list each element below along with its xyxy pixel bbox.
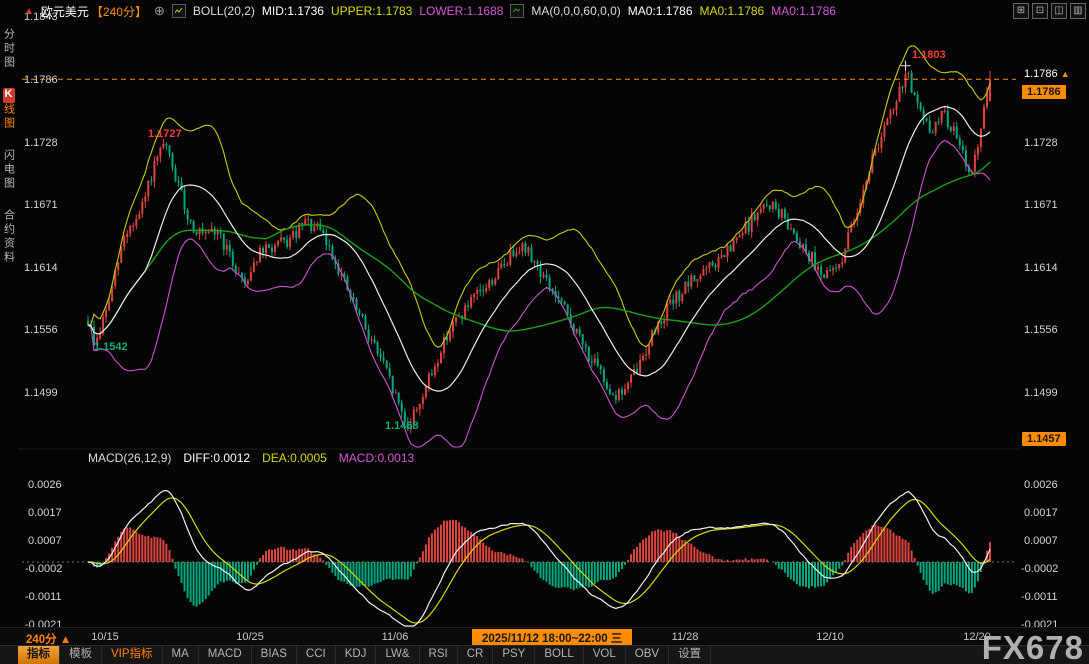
sidebar-item-contract-info[interactable]: 合约资料 bbox=[1, 209, 17, 265]
indicator-header-bar: ▲ 欧元美元 【240分】 ⊕ BOLL(20,2) MID:1.1736 UP… bbox=[0, 0, 1089, 22]
swing-low-label: 1.1468 bbox=[385, 420, 419, 432]
price-tick: 1.1671 bbox=[24, 199, 58, 211]
swing-high-label: 1.1803 bbox=[912, 49, 946, 61]
price-tick: 1.1556 bbox=[24, 324, 58, 336]
sidebar-item-timeline-chart[interactable]: 分时图 bbox=[1, 28, 17, 70]
ma-label: MA(0,0,0,60,0,0) bbox=[531, 4, 620, 18]
tab-ma[interactable]: MA bbox=[163, 646, 199, 664]
macd-tick: 0.0007 bbox=[28, 535, 62, 547]
price-tick: 1.1556 bbox=[1024, 324, 1058, 336]
macd-tick: -0.0002 bbox=[25, 563, 62, 575]
macd-tick: -0.0011 bbox=[25, 591, 62, 603]
boll-label: BOLL(20,2) bbox=[193, 4, 255, 18]
trading-app-window: ▲ 欧元美元 【240分】 ⊕ BOLL(20,2) MID:1.1736 UP… bbox=[0, 0, 1089, 664]
price-tick: 1.1499 bbox=[1024, 387, 1058, 399]
tab-cr[interactable]: CR bbox=[458, 646, 494, 664]
price-tick: 1.1728 bbox=[24, 137, 58, 149]
macd-dea-value: DEA:0.0005 bbox=[262, 451, 327, 465]
price-tick: 1.1614 bbox=[24, 262, 58, 274]
ma0-value-1: MA0:1.1786 bbox=[628, 4, 693, 18]
tab-vip-indicator[interactable]: VIP指标 bbox=[102, 646, 163, 664]
price-tick: 1.1786 bbox=[24, 74, 58, 86]
boll-mid-value: MID:1.1736 bbox=[262, 4, 324, 18]
tab-cci[interactable]: CCI bbox=[297, 646, 336, 664]
sidebar-item-kline-chart[interactable]: K线图 bbox=[1, 88, 17, 131]
grid-layout-icon[interactable]: ⊡ bbox=[1032, 3, 1048, 19]
symbol-name: 欧元美元 bbox=[41, 3, 89, 20]
ma0-value-2: MA0:1.1786 bbox=[700, 4, 765, 18]
boll-lower-value: LOWER:1.1688 bbox=[419, 4, 503, 18]
macd-tick: 0.0026 bbox=[1024, 479, 1058, 491]
boll-upper-value: UPPER:1.1783 bbox=[331, 4, 412, 18]
kline-badge: K bbox=[3, 88, 15, 103]
macd-tick: 0.0026 bbox=[28, 479, 62, 491]
last-price-label: 1.1786 ▲ bbox=[1024, 68, 1070, 80]
time-label: 12/10 bbox=[816, 631, 844, 643]
time-label: 10/25 bbox=[236, 631, 264, 643]
macd-value: MACD:0.0013 bbox=[339, 451, 414, 465]
macd-header: MACD(26,12,9) DIFF:0.0012 DEA:0.0005 MAC… bbox=[88, 451, 414, 465]
price-up-icon: ▲ bbox=[1061, 69, 1070, 79]
time-label: 11/06 bbox=[382, 631, 409, 643]
swing-high-label: 1.1727 bbox=[148, 128, 182, 140]
macd-tick: 0.0007 bbox=[1024, 535, 1058, 547]
window-controls: ⊞ ⊡ ◫ ▥ bbox=[1013, 3, 1086, 19]
price-tick: 1.1499 bbox=[24, 387, 58, 399]
macd-tick: -0.0002 bbox=[1021, 563, 1058, 575]
tab-kdj[interactable]: KDJ bbox=[336, 646, 377, 664]
boll-settings-icon[interactable] bbox=[172, 4, 186, 18]
period-label: 【240分】 bbox=[91, 3, 147, 20]
macd-tick: -0.0011 bbox=[1021, 591, 1058, 603]
price-tick: 1.1614 bbox=[1024, 262, 1058, 274]
instrument-icon: ▲ bbox=[24, 6, 34, 17]
chart-canvas[interactable] bbox=[0, 0, 1089, 664]
current-price-tag: 1.1786 bbox=[1022, 85, 1066, 99]
split-window-icon[interactable]: ⊞ bbox=[1013, 3, 1029, 19]
tab-settings[interactable]: 设置 bbox=[669, 646, 711, 664]
tab-boll[interactable]: BOLL bbox=[535, 646, 583, 664]
indicator-toolbar: 指标 模板 VIP指标 MA MACD BIAS CCI KDJ LW& RSI… bbox=[0, 645, 1089, 664]
tab-macd[interactable]: MACD bbox=[199, 646, 252, 664]
tab-psy[interactable]: PSY bbox=[493, 646, 535, 664]
tab-indicator[interactable]: 指标 bbox=[18, 646, 60, 664]
panel-layout-icon[interactable]: ▥ bbox=[1070, 3, 1086, 19]
fx678-watermark: FX678 bbox=[982, 633, 1084, 663]
time-label: 10/15 bbox=[91, 631, 119, 643]
macd-tick: 0.0017 bbox=[1024, 507, 1058, 519]
low-band-tag: 1.1457 bbox=[1022, 432, 1066, 446]
price-tick: 1.1671 bbox=[1024, 199, 1058, 211]
tab-rsi[interactable]: RSI bbox=[420, 646, 458, 664]
tab-lwr[interactable]: LW& bbox=[376, 646, 419, 664]
tab-vol[interactable]: VOL bbox=[584, 646, 626, 664]
macd-title: MACD(26,12,9) bbox=[88, 451, 171, 465]
ma0-value-3: MA0:1.1786 bbox=[771, 4, 836, 18]
swing-low-label: 1.1542 bbox=[94, 341, 128, 353]
time-label: 11/28 bbox=[672, 631, 699, 643]
macd-tick: 0.0017 bbox=[28, 507, 62, 519]
sidebar-item-lightning-chart[interactable]: 闪电图 bbox=[1, 149, 17, 191]
macd-diff-value: DIFF:0.0012 bbox=[183, 451, 250, 465]
tab-bias[interactable]: BIAS bbox=[252, 646, 297, 664]
time-axis: 240分 ▲ 10/15 10/25 11/06 11/28 12/10 12/… bbox=[0, 627, 1089, 647]
ma-settings-icon[interactable] bbox=[510, 4, 524, 18]
chart-type-sidebar: 分时图 K线图 闪电图 合约资料 bbox=[0, 28, 17, 265]
add-indicator-icon[interactable]: ⊕ bbox=[154, 3, 165, 19]
tab-obv[interactable]: OBV bbox=[626, 646, 669, 664]
dual-pane-icon[interactable]: ◫ bbox=[1051, 3, 1067, 19]
price-tick: 1.1728 bbox=[1024, 137, 1058, 149]
tab-template[interactable]: 模板 bbox=[60, 646, 102, 664]
